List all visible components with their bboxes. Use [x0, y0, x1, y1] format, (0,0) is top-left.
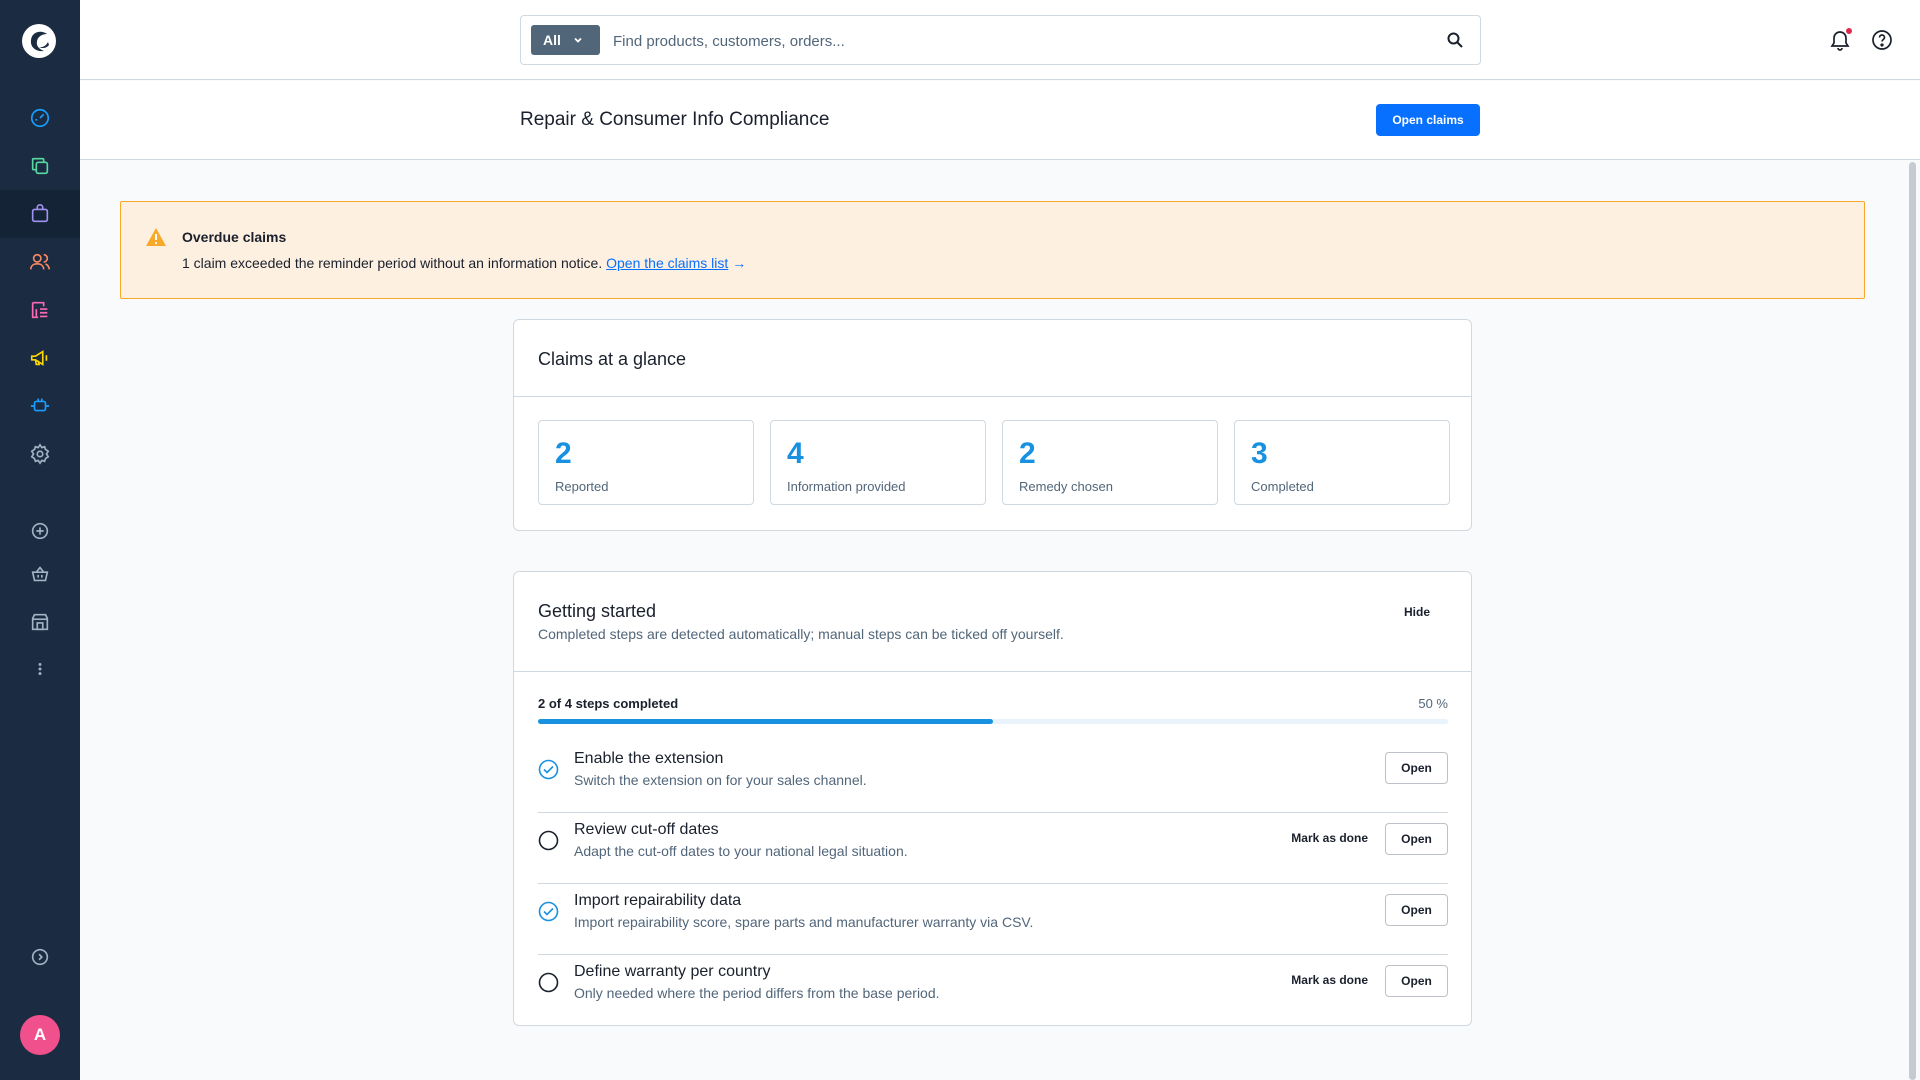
arrow-right-icon: →: [732, 255, 747, 271]
stat-value: 2: [555, 437, 572, 470]
empty-circle-icon[interactable]: [538, 972, 559, 993]
hide-button[interactable]: Hide: [1404, 605, 1430, 619]
progress-bar: [538, 719, 1448, 724]
add-sales-channel-icon: [31, 522, 49, 540]
step-description: Import repairability score, spare parts …: [574, 914, 1034, 930]
step-description: Adapt the cut-off dates to your national…: [574, 843, 908, 859]
progress-percent: 50 %: [1418, 696, 1448, 711]
chevron-down-icon: [574, 37, 582, 43]
shopware-logo-icon[interactable]: [20, 22, 58, 60]
more-icon: [38, 662, 42, 676]
extensions-icon: [30, 398, 50, 412]
step-description: Switch the extension on for your sales c…: [574, 772, 867, 788]
search-type-select[interactable]: All: [531, 25, 600, 55]
getting-started-title: Getting started: [538, 601, 657, 621]
stat-label: Reported: [555, 479, 609, 494]
top-bar: All: [80, 0, 1920, 80]
orders-icon: [31, 204, 49, 223]
stat-value: 4: [787, 437, 804, 470]
check-circle-icon: [538, 901, 559, 922]
stat-value: 3: [1251, 437, 1268, 470]
warning-icon: [146, 228, 166, 246]
sidebar-item-more[interactable]: [0, 645, 80, 693]
step-open-button[interactable]: Open: [1385, 965, 1448, 997]
stat-information-provided[interactable]: 4 Information provided: [770, 420, 986, 505]
getting-started-subtitle: Completed steps are detected automatical…: [538, 626, 1064, 642]
sidebar-collapse-toggle[interactable]: [0, 933, 80, 981]
content-icon: [31, 301, 48, 319]
search-input[interactable]: [613, 26, 1413, 56]
notification-badge: [1846, 28, 1852, 34]
dashboard-icon: [30, 108, 50, 128]
card-divider: [514, 671, 1471, 672]
glance-title: Claims at a glance: [538, 349, 687, 369]
stat-value: 2: [1019, 437, 1036, 470]
mark-as-done-button[interactable]: Mark as done: [1291, 973, 1368, 987]
step-open-button[interactable]: Open: [1385, 894, 1448, 926]
catalogue-icon: [31, 157, 49, 175]
page-header: Repair & Consumer Info Compliance Open c…: [80, 81, 1920, 160]
help-icon[interactable]: [1870, 28, 1894, 52]
step-item: Review cut-off dates Adapt the cut-off d…: [538, 813, 1448, 884]
stat-remedy-chosen[interactable]: 2 Remedy chosen: [1002, 420, 1218, 505]
sidebar-item-storefront[interactable]: [0, 550, 80, 598]
sidebar-item-add-sales-channel[interactable]: [0, 507, 80, 555]
step-title: Define warranty per country: [574, 963, 771, 980]
step-open-button[interactable]: Open: [1385, 823, 1448, 855]
progress-label: 2 of 4 steps completed: [538, 696, 679, 711]
open-claims-button[interactable]: Open claims: [1376, 104, 1480, 136]
sidebar-item-customers[interactable]: [0, 238, 80, 286]
step-item: Import repairability data Import repaira…: [538, 884, 1448, 955]
customers-icon: [30, 253, 50, 270]
overdue-alert: Overdue claims 1 claim exceeded the remi…: [120, 201, 1865, 299]
sidebar-item-content[interactable]: [0, 286, 80, 334]
step-title: Import repairability data: [574, 892, 742, 909]
avatar[interactable]: A: [20, 1015, 60, 1055]
collapse-menu-icon: [31, 948, 49, 966]
progress-fill: [538, 719, 993, 724]
check-circle-icon: [538, 759, 559, 780]
sidebar-item-catalogues[interactable]: [0, 142, 80, 190]
claims-glance-card: Claims at a glance 2 Reported 4 Informat…: [513, 319, 1472, 531]
empty-circle-icon[interactable]: [538, 830, 559, 851]
card-divider: [514, 396, 1471, 397]
stat-reported[interactable]: 2 Reported: [538, 420, 754, 505]
step-item: Enable the extension Switch the extensio…: [538, 742, 1448, 813]
sidebar-item-marketing[interactable]: [0, 334, 80, 382]
page-title: Repair & Consumer Info Compliance: [520, 109, 830, 130]
stat-label: Completed: [1251, 479, 1314, 494]
claims-list-link[interactable]: Open the claims list: [606, 255, 728, 271]
step-title: Review cut-off dates: [574, 821, 719, 838]
step-title: Enable the extension: [574, 750, 724, 767]
settings-icon: [30, 443, 50, 465]
sidebar: A: [0, 0, 80, 1080]
search-type-label: All: [543, 32, 561, 48]
search-icon[interactable]: [1446, 31, 1464, 49]
alert-text: 1 claim exceeded the reminder period wit…: [182, 255, 603, 271]
getting-started-card: Getting started Completed steps are dete…: [513, 571, 1472, 1026]
sidebar-item-extensions[interactable]: [0, 382, 80, 430]
scrollbar[interactable]: [1909, 162, 1916, 1080]
stat-label: Information provided: [787, 479, 906, 494]
global-search: All: [520, 15, 1481, 65]
stat-completed[interactable]: 3 Completed: [1234, 420, 1450, 505]
stat-label: Remedy chosen: [1019, 479, 1113, 494]
sidebar-item-settings[interactable]: [0, 430, 80, 478]
mark-as-done-button[interactable]: Mark as done: [1291, 831, 1368, 845]
step-open-button[interactable]: Open: [1385, 752, 1448, 784]
step-description: Only needed where the period differs fro…: [574, 985, 940, 1001]
alert-title: Overdue claims: [182, 229, 287, 245]
sidebar-item-orders[interactable]: [0, 190, 80, 238]
sidebar-item-dashboard[interactable]: [0, 94, 80, 142]
alert-message: 1 claim exceeded the reminder period wit…: [182, 255, 746, 271]
shop-building-icon: [31, 613, 49, 631]
sidebar-item-shop[interactable]: [0, 598, 80, 646]
storefront-basket-icon: [31, 566, 49, 582]
marketing-icon: [30, 350, 48, 366]
step-item: Define warranty per country Only needed …: [538, 955, 1448, 1026]
